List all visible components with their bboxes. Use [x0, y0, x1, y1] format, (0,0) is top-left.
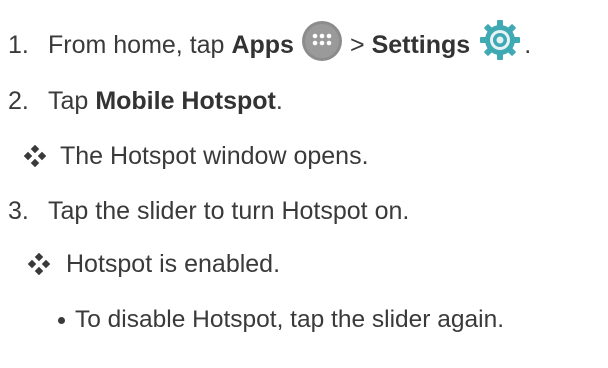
result-text: Hotspot is enabled.	[66, 249, 281, 278]
step-1: 1. From home, tap Apps > Settings .	[8, 20, 531, 70]
step-3: 3. Tap the slider to turn Hotspot on.	[8, 193, 409, 229]
mobile-hotspot-label: Mobile Hotspot	[95, 86, 276, 115]
step-text: Tap	[48, 86, 89, 115]
step-number: 2.	[8, 86, 29, 115]
settings-label: Settings	[371, 30, 471, 59]
step-text: From home, tap	[48, 30, 225, 59]
step-end: .	[275, 86, 283, 115]
result-text: The Hotspot window opens.	[60, 141, 369, 170]
step-text: Tap the slider to turn Hotspot on.	[48, 196, 410, 225]
bullet-text: To disable Hotspot, tap the slider again…	[75, 306, 505, 333]
result-2: Hotspot is enabled.	[27, 246, 281, 282]
step-number: 3.	[8, 196, 29, 225]
diamond-bullet-icon	[23, 144, 47, 168]
result-1: The Hotspot window opens.	[23, 138, 369, 174]
bullet-dot-icon	[58, 316, 65, 324]
apps-label: Apps	[231, 30, 294, 59]
settings-icon	[478, 18, 522, 62]
step-end: .	[524, 30, 532, 59]
step-2: 2. Tap Mobile Hotspot .	[8, 83, 283, 119]
diamond-bullet-icon	[27, 252, 51, 276]
step-number: 1.	[8, 30, 29, 59]
sub-bullet: To disable Hotspot, tap the slider again…	[58, 302, 504, 338]
apps-icon	[300, 19, 344, 63]
separator: >	[349, 30, 365, 59]
